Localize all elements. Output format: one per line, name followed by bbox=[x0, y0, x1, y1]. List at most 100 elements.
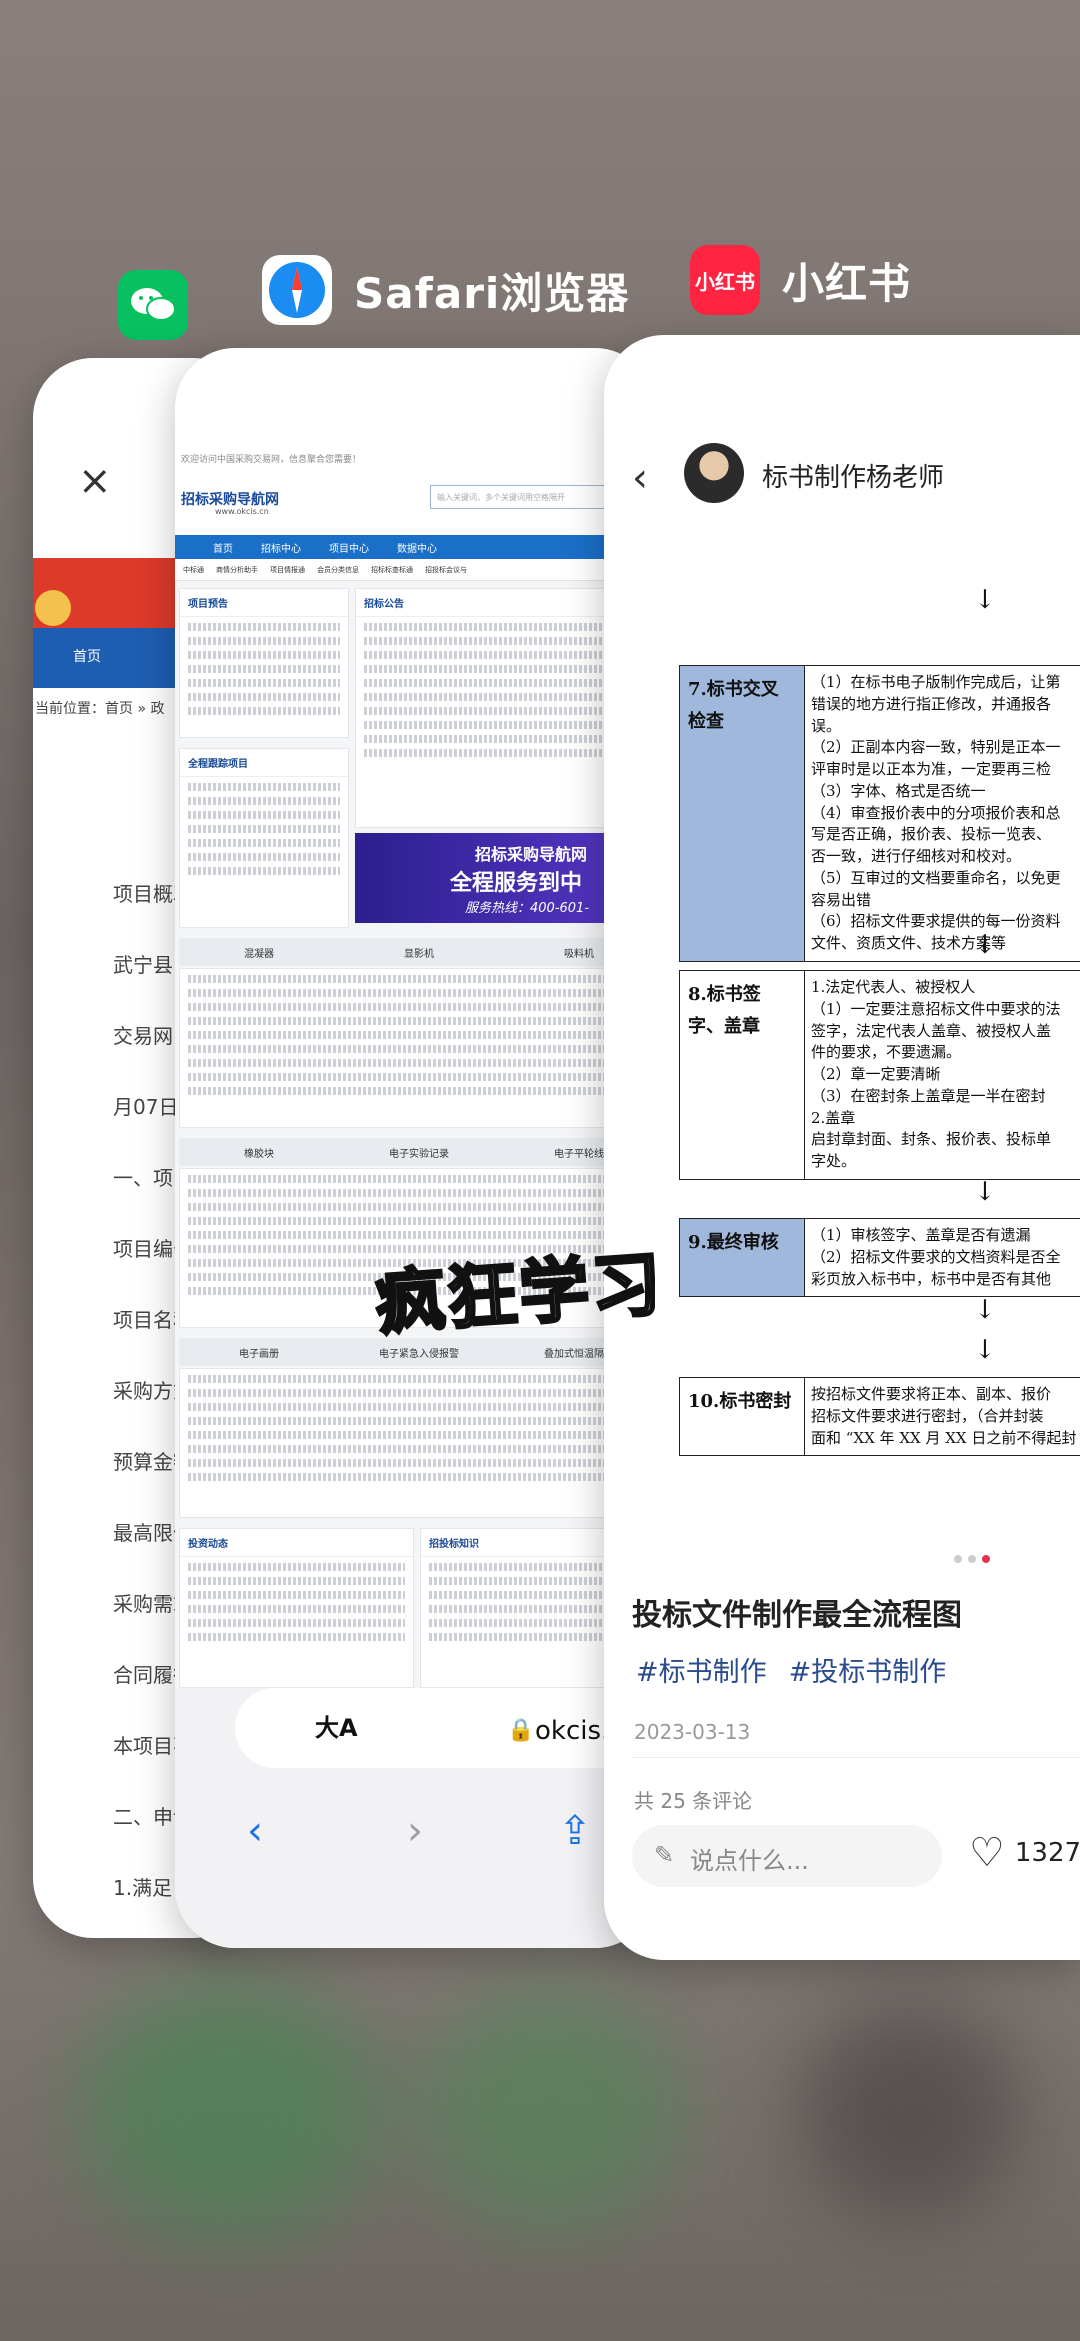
category-tab[interactable]: 电子紧急入侵报警 bbox=[339, 1345, 499, 1360]
tag[interactable]: #标书制作 bbox=[636, 1650, 767, 1689]
flow-step-description: （1）在标书电子版制作完成后，让第 错误的地方进行指正修改，并通报各 误。 （2）正副… bbox=[805, 666, 1080, 961]
comment-placeholder: 说点什么... bbox=[690, 1847, 809, 1875]
forward-icon[interactable]: › bbox=[335, 1808, 495, 1854]
search-input[interactable]: 输入关键词，多个关键词用空格隔开 bbox=[430, 485, 630, 509]
avatar[interactable] bbox=[684, 443, 744, 503]
xiaohongshu-icon: 小红书 bbox=[690, 245, 760, 315]
flow-desc-line: 签字，法定代表人盖章、被授权人盖 bbox=[811, 1021, 1052, 1040]
xiaohongshu-app-card[interactable]: ‹ 标书制作杨老师 ↓ 7.标书交叉检查 （1）在标书电子版制作完成后，让第 错误的地… bbox=[604, 335, 1080, 1960]
list-block bbox=[179, 1368, 655, 1518]
safari-icon bbox=[262, 255, 332, 325]
like-count: 1327 bbox=[1014, 1838, 1080, 1868]
post-tags: #标书制作 #投标书制作 bbox=[636, 1650, 946, 1689]
flow-desc-line: 件的要求，不要遗漏。 bbox=[811, 1043, 962, 1062]
pager-dot-active bbox=[982, 1555, 990, 1563]
subnav-item[interactable]: 商情分析助手 bbox=[216, 565, 258, 575]
flow-arrow: ↓ bbox=[974, 1295, 996, 1325]
top-note: 欢迎访问中国采购交易网，信息聚合您需要！ bbox=[175, 448, 655, 469]
project-forecast-block: 项目预告 bbox=[179, 588, 349, 738]
flow-desc-line: 面和 “XX 年 XX 月 XX 日之前不得起封 bbox=[811, 1428, 1077, 1447]
nav-item[interactable]: 首页 bbox=[213, 540, 233, 555]
flow-arrow: ↓ bbox=[974, 585, 996, 615]
flow-arrow: ↓ bbox=[974, 1335, 996, 1365]
text-size-button[interactable]: 大A bbox=[315, 1708, 358, 1743]
category-tab[interactable]: 混凝器 bbox=[179, 945, 339, 960]
flow-desc-line: （4）审查报价表中的分项报价表和总 bbox=[811, 803, 1061, 822]
site-header: 招标采购导航网 www.okcis.cn 输入关键词，多个关键词用空格隔开 bbox=[175, 469, 655, 535]
flow-desc-line: 否一致，进行仔细核对和校对。 bbox=[811, 847, 1022, 865]
subnav-item[interactable]: 招标标查标通 bbox=[371, 565, 413, 575]
divider bbox=[632, 1757, 1080, 1758]
xiaohongshu-app-name: 小红书 bbox=[782, 258, 912, 308]
safari-app-label[interactable]: Safari浏览器 bbox=[262, 255, 629, 325]
flow-row: 9.最终审核 （1）审核签字、盖章是否有遗漏 （2）招标文件要求的文档资料是否全 彩页… bbox=[679, 1218, 1080, 1298]
comment-input[interactable]: ✎ 说点什么... bbox=[632, 1825, 942, 1887]
flow-arrow: ↓ bbox=[974, 1177, 996, 1207]
section-title: 全程跟踪项目 bbox=[180, 749, 348, 777]
image-pager-dots bbox=[954, 1555, 990, 1563]
safari-app-name: Safari浏览器 bbox=[354, 268, 630, 318]
flow-step-label: 10.标书密封 bbox=[680, 1378, 805, 1456]
flow-desc-line: 评审时是以正本为准，一定要再三检 bbox=[811, 760, 1052, 778]
flow-desc-line: （5）互审过的文档要重命名，以免更 bbox=[811, 868, 1061, 887]
flow-desc-line: （2）正副本内容一致，特别是正本一 bbox=[811, 738, 1061, 757]
flow-step-label: 7.标书交叉检查 bbox=[680, 666, 805, 961]
subnav-item[interactable]: 中标通 bbox=[183, 565, 204, 575]
background-blur bbox=[80, 1980, 380, 2240]
flow-desc-line: 2.盖章 bbox=[811, 1108, 856, 1127]
subnav-item[interactable]: 项目情报通 bbox=[270, 565, 305, 575]
flow-desc-line: 招标文件要求进行密封，（合并封装 bbox=[811, 1406, 1044, 1425]
flow-desc-line: 启封章封面、封条、报价表、投标单 bbox=[811, 1130, 1052, 1149]
author-name[interactable]: 标书制作杨老师 bbox=[762, 457, 944, 494]
pager-dot bbox=[954, 1555, 962, 1563]
address-bar[interactable]: 大A 🔒 okcis.cn bbox=[235, 1688, 655, 1768]
safari-app-card[interactable]: 欢迎访问中国采购交易网，信息聚合您需要！ 招标采购导航网 www.okcis.c… bbox=[175, 348, 655, 1948]
background-blur bbox=[800, 2000, 1020, 2220]
post-title: 投标文件制作最全流程图 bbox=[632, 1598, 962, 1633]
category-tab[interactable]: 电子实验记录 bbox=[339, 1145, 499, 1160]
nav-home[interactable]: 首页 bbox=[73, 646, 101, 666]
flow-desc-line: 文件、资质文件、技术方案等 bbox=[811, 934, 1007, 952]
flow-desc-line: （1）在标书电子版制作完成后，让第 bbox=[811, 673, 1061, 691]
pencil-icon: ✎ bbox=[654, 1841, 675, 1869]
flowchart-image: ↓ 7.标书交叉检查 （1）在标书电子版制作完成后，让第 错误的地方进行指正修改，并通… bbox=[604, 585, 1080, 1765]
flow-desc-line: 字处。 bbox=[811, 1152, 857, 1170]
tag[interactable]: #投标书制作 bbox=[789, 1650, 947, 1689]
flow-desc-line: （2）章一定要清晰 bbox=[811, 1065, 941, 1083]
subnav-item[interactable]: 会员分类信息 bbox=[317, 565, 359, 575]
flow-desc-line: 彩页放入标书中，标书中是否有其他 bbox=[811, 1269, 1052, 1288]
flow-desc-line: （1）审核签字、盖章是否有遗漏 bbox=[811, 1226, 1031, 1244]
heart-icon: ♡ bbox=[969, 1830, 1005, 1876]
like-button[interactable]: ♡ 1327 bbox=[969, 1833, 1080, 1873]
flow-desc-line: 误。 bbox=[811, 716, 842, 735]
post-date: 2023-03-13 bbox=[634, 1720, 751, 1744]
flow-desc-line: 写是否正确，报价表、投标一览表、 bbox=[811, 825, 1052, 844]
flow-row: 10.标书密封 按招标文件要求将正本、副本、报价 招标文件要求进行密封，（合并封装面… bbox=[679, 1377, 1080, 1457]
category-tab[interactable]: 橡胶块 bbox=[179, 1145, 339, 1160]
category-tab[interactable]: 电子画册 bbox=[179, 1345, 339, 1360]
back-icon[interactable]: ‹ bbox=[632, 455, 648, 501]
subnav-item[interactable]: 招投标会议与 bbox=[425, 565, 467, 575]
flow-desc-line: （3）字体、格式是否统一 bbox=[811, 781, 986, 800]
site-logo[interactable]: 招标采购导航网 bbox=[181, 489, 279, 509]
follow-block: 全程跟踪项目 bbox=[179, 748, 349, 928]
back-icon[interactable]: ‹ bbox=[175, 1808, 335, 1854]
flow-row: 8.标书签字、盖章 1.法定代表人、被授权人 （1）一定要注意招标文件中要求的法 签字… bbox=[679, 970, 1080, 1180]
xiaohongshu-app-label[interactable]: 小红书 小红书 bbox=[690, 245, 911, 315]
site-nav: 首页 招标中心 项目中心 数据中心 bbox=[175, 535, 655, 559]
site-subnav: 中标通 商情分析助手 项目情报通 会员分类信息 招标标查标通 招投标会议与 bbox=[175, 559, 655, 581]
web-page: 欢迎访问中国采购交易网，信息聚合您需要！ 招标采购导航网 www.okcis.c… bbox=[175, 448, 655, 1688]
flow-desc-line: （3）在密封条上盖章是一半在密封 bbox=[811, 1086, 1046, 1105]
invest-block: 投资动态 bbox=[179, 1528, 414, 1688]
nav-item[interactable]: 数据中心 bbox=[397, 540, 437, 555]
close-icon[interactable]: × bbox=[78, 458, 112, 504]
category-tab[interactable]: 显影机 bbox=[339, 945, 499, 960]
comment-count: 共 25 条评论 bbox=[634, 1789, 753, 1813]
lock-icon: 🔒 bbox=[507, 1718, 535, 1743]
nav-item[interactable]: 招标中心 bbox=[261, 540, 301, 555]
wechat-app-label[interactable] bbox=[118, 270, 188, 340]
flow-step-description: 1.法定代表人、被授权人 （1）一定要注意招标文件中要求的法 签字，法定代表人盖章、… bbox=[805, 971, 1080, 1179]
nav-item[interactable]: 项目中心 bbox=[329, 540, 369, 555]
section-title: 项目预告 bbox=[180, 589, 348, 617]
flow-step-description: 按招标文件要求将正本、副本、报价 招标文件要求进行密封，（合并封装 面和 “XX 年… bbox=[805, 1378, 1080, 1455]
